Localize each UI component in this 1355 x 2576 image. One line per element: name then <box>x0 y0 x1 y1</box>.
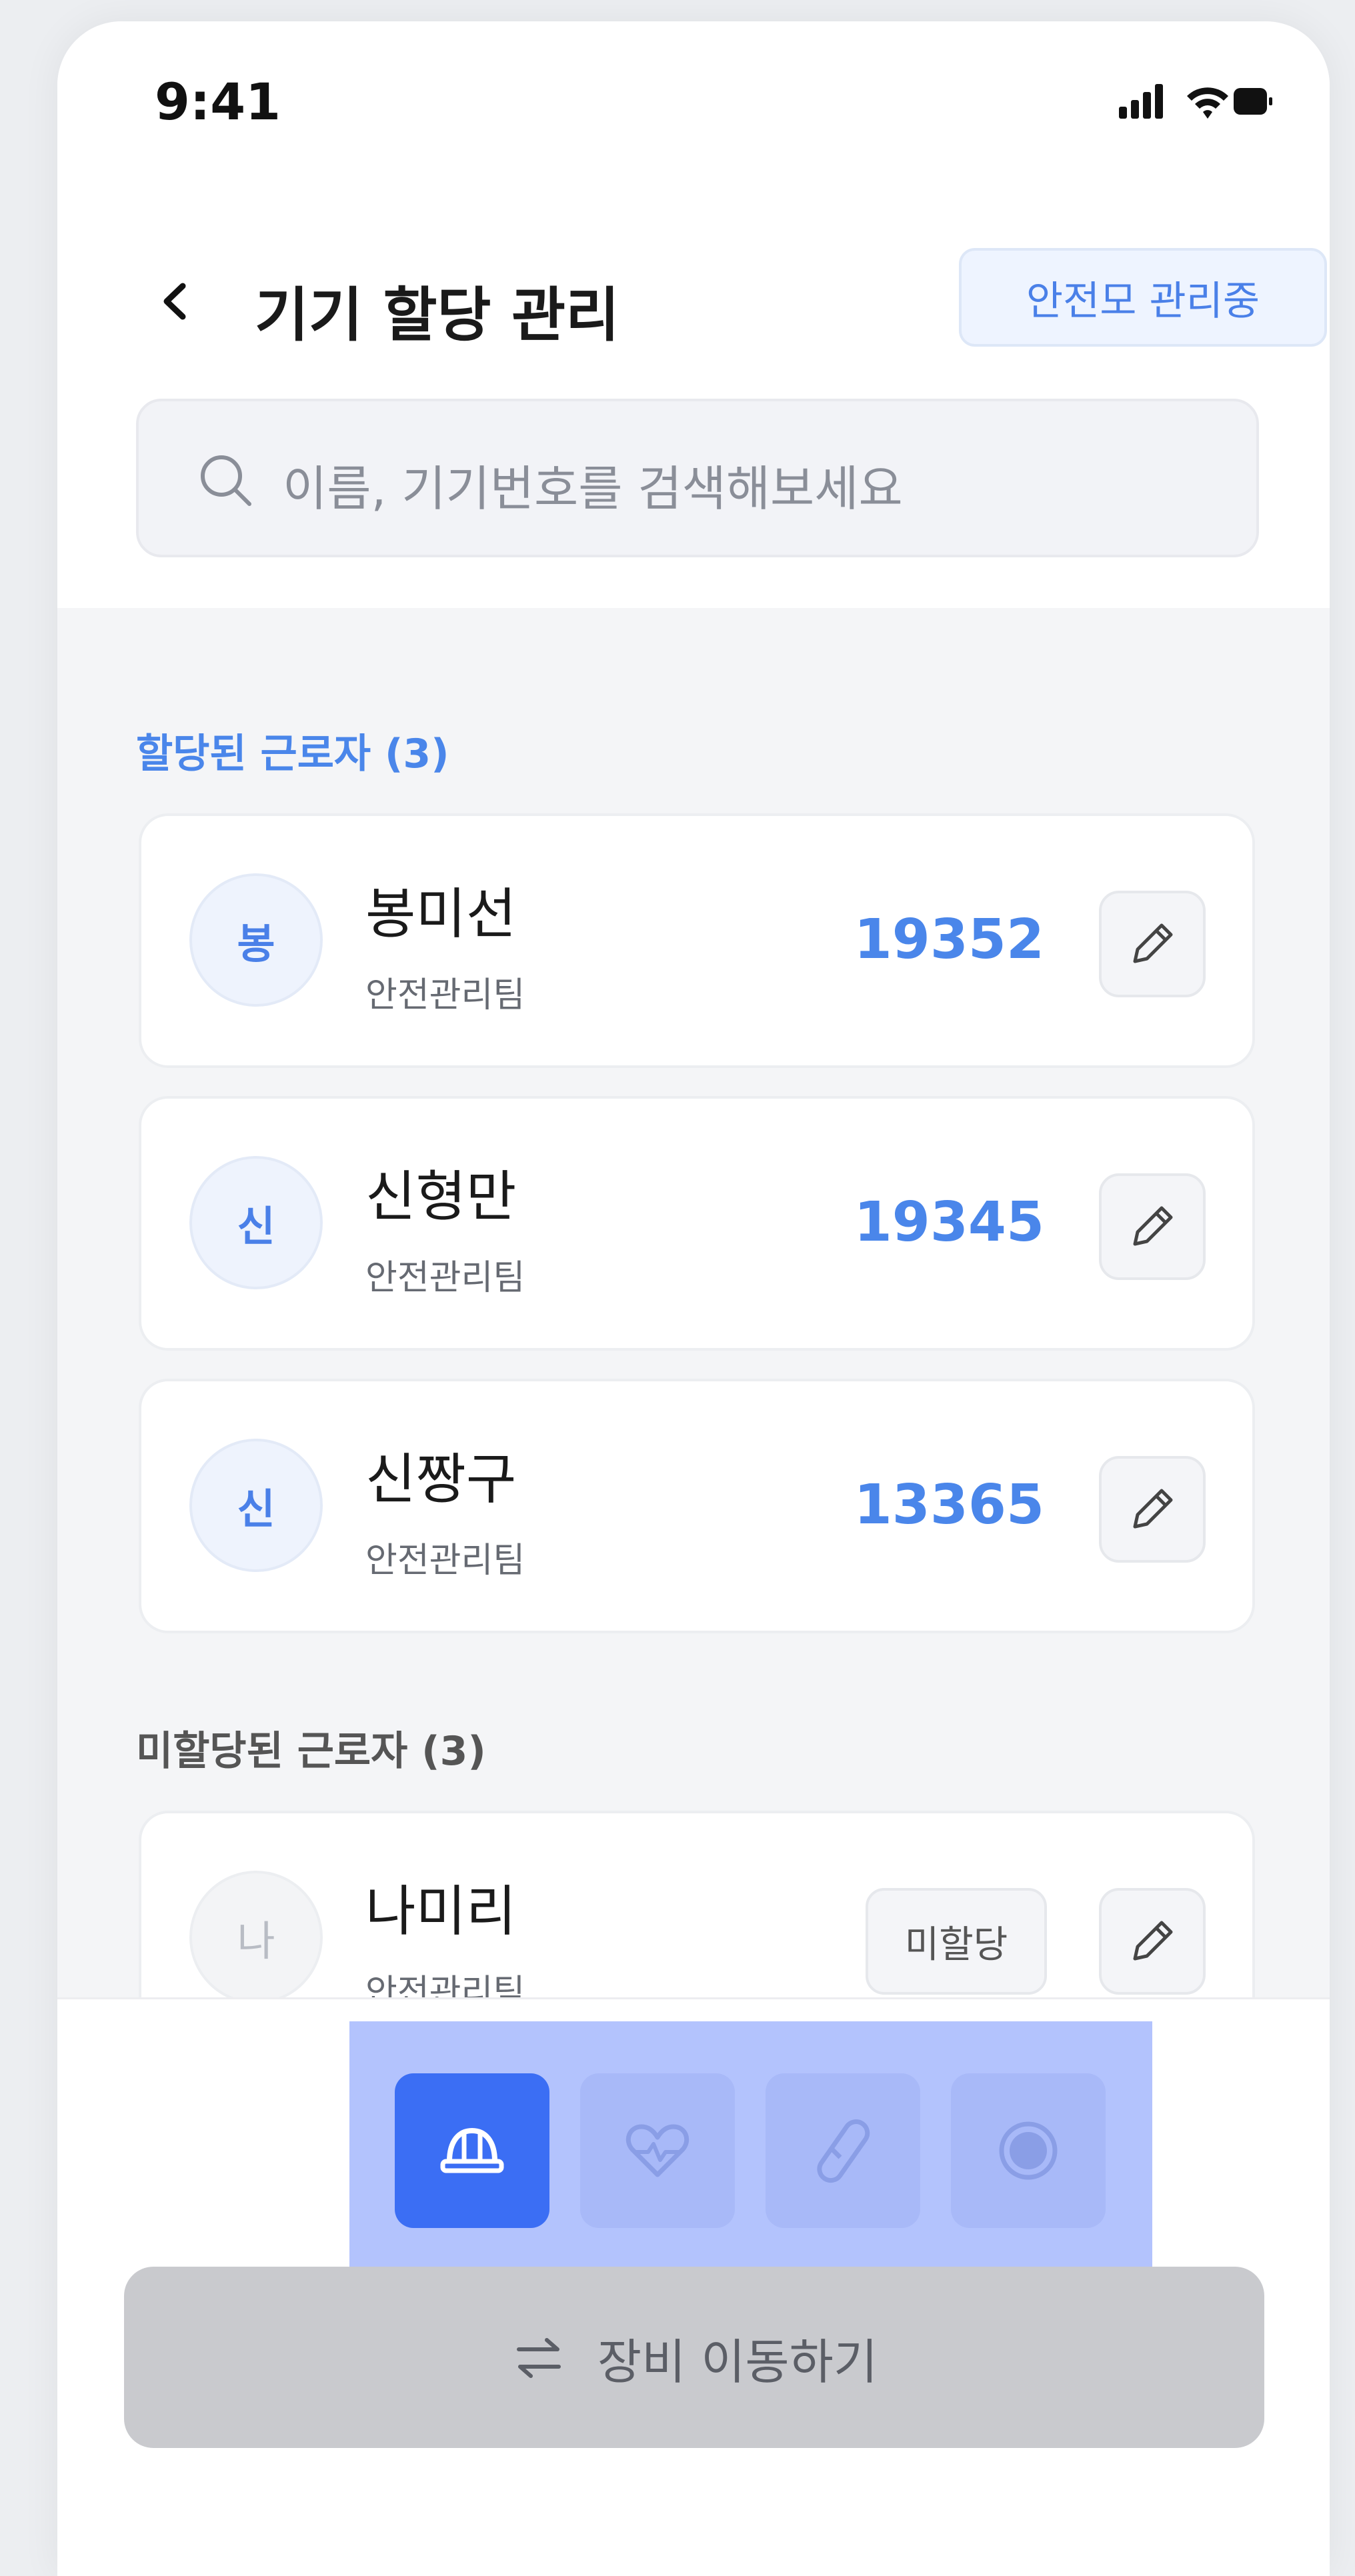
device-type-tabbar <box>349 2021 1152 2283</box>
device-number: 13365 <box>854 1473 1044 1537</box>
worker-name: 봉미선 <box>365 883 517 946</box>
unassigned-section-label: 미할당된 근로자 (3) <box>136 1728 486 1775</box>
edit-button[interactable] <box>1099 1888 1206 1995</box>
assigned-section-label: 할당된 근로자 (3) <box>136 731 449 777</box>
avatar: 나 <box>189 1871 323 2004</box>
page-title: 기기 할당 관리 <box>255 281 620 349</box>
tab-helmet[interactable] <box>395 2073 549 2228</box>
signal-icon <box>1119 84 1163 119</box>
worker-name: 나미리 <box>365 1880 517 1943</box>
pencil-icon <box>1133 923 1173 963</box>
device-number: 19352 <box>854 908 1044 971</box>
worker-team: 안전관리팀 <box>365 1541 525 1581</box>
search-placeholder: 이름, 기기번호를 검색해보세요 <box>283 461 903 517</box>
worker-team: 안전관리팀 <box>365 1258 525 1298</box>
edit-button[interactable] <box>1099 1456 1206 1563</box>
wifi-icon <box>1187 87 1228 119</box>
move-equipment-label: 장비 이동하기 <box>597 2333 878 2390</box>
tab-record[interactable] <box>951 2073 1106 2228</box>
heart-pulse-icon <box>625 2124 690 2177</box>
back-button[interactable] <box>145 271 205 331</box>
tab-carabiner[interactable] <box>766 2073 920 2228</box>
edit-button[interactable] <box>1099 1173 1206 1280</box>
pencil-icon <box>1133 1206 1173 1246</box>
worker-card[interactable]: 신 신형만 안전관리팀 19345 <box>139 1096 1255 1351</box>
status-time: 9:41 <box>155 72 281 131</box>
pencil-icon <box>1133 1489 1173 1529</box>
unassigned-badge: 미할당 <box>866 1888 1047 1995</box>
worker-card[interactable]: 봉 봉미선 안전관리팀 19352 <box>139 813 1255 1068</box>
carabiner-icon <box>817 2119 870 2183</box>
pencil-icon <box>1133 1921 1173 1961</box>
avatar: 신 <box>189 1439 323 1572</box>
worker-name: 신짱구 <box>365 1448 517 1511</box>
record-icon <box>999 2121 1058 2180</box>
swap-arrows-icon <box>516 2338 561 2378</box>
device-number: 19345 <box>854 1191 1044 1254</box>
mode-badge[interactable]: 안전모 관리중 <box>959 248 1327 347</box>
avatar: 봉 <box>189 873 323 1007</box>
worker-card[interactable]: 신 신짱구 안전관리팀 13365 <box>139 1379 1255 1633</box>
header-area: 9:41 기기 할당 관리 안전모 관리중 이름, 기기번호를 검색해보세요 <box>57 21 1330 608</box>
status-icons <box>1119 84 1272 119</box>
avatar: 신 <box>189 1156 323 1289</box>
phone-screen: 9:41 기기 할당 관리 안전모 관리중 이름, 기기번호를 검색해보세요 할… <box>57 21 1330 2576</box>
tab-heart[interactable] <box>580 2073 735 2228</box>
worker-name: 신형만 <box>365 1165 517 1229</box>
helmet-icon <box>440 2127 504 2173</box>
edit-button[interactable] <box>1099 891 1206 997</box>
battery-icon <box>1234 88 1272 115</box>
search-input[interactable]: 이름, 기기번호를 검색해보세요 <box>136 399 1259 557</box>
search-icon <box>201 455 251 506</box>
worker-team: 안전관리팀 <box>365 975 525 1015</box>
move-equipment-button[interactable]: 장비 이동하기 <box>124 2267 1264 2448</box>
